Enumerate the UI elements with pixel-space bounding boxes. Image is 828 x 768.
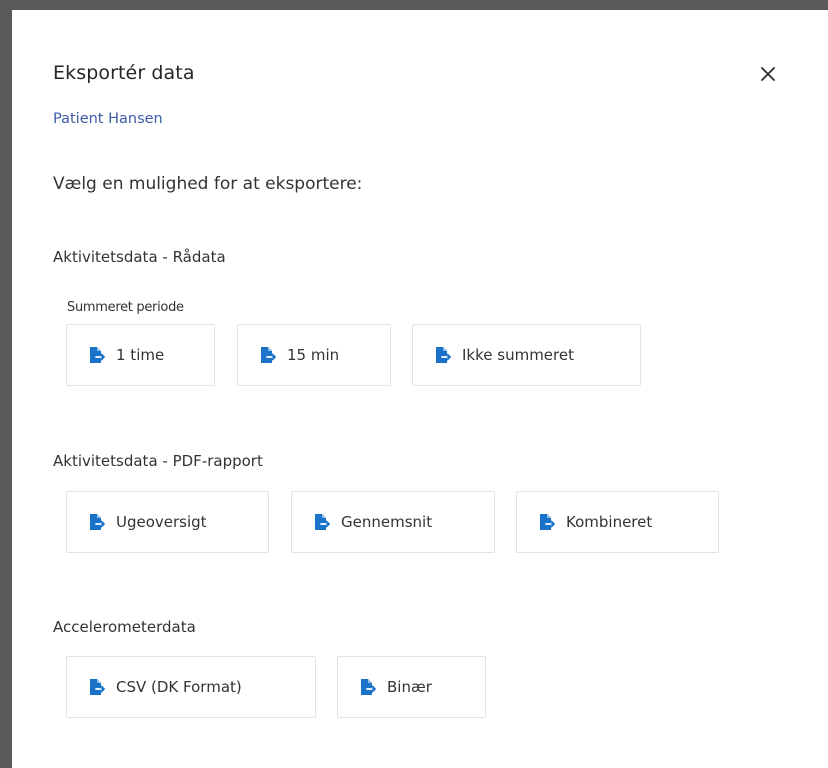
button-label: Gennemsnit — [341, 513, 433, 531]
file-export-icon — [434, 346, 452, 364]
export-dialog: Eksportér data Patient Hansen Vælg en mu… — [12, 10, 828, 768]
file-export-icon — [359, 678, 377, 696]
button-label: Ikke summeret — [462, 346, 574, 364]
summed-period-label: Summeret periode — [67, 300, 184, 315]
export-prompt: Vælg en mulighed for at eksportere: — [53, 174, 363, 194]
export-binary-button[interactable]: Binær — [337, 656, 486, 718]
button-label: 1 time — [116, 346, 165, 364]
file-export-icon — [259, 346, 277, 364]
backdrop-edge-left — [0, 0, 12, 768]
export-week-overview-button[interactable]: Ugeoversigt — [66, 491, 269, 553]
patient-name: Patient Hansen — [53, 111, 163, 127]
button-label: Kombineret — [566, 513, 653, 531]
export-average-button[interactable]: Gennemsnit — [291, 491, 495, 553]
button-label: 15 min — [287, 346, 340, 364]
dialog-title: Eksportér data — [53, 62, 195, 84]
file-export-icon — [88, 678, 106, 696]
file-export-icon — [88, 346, 106, 364]
section-title-pdf-report: Aktivitetsdata - PDF-rapport — [53, 452, 263, 470]
backdrop-edge-top — [0, 0, 828, 10]
export-not-summed-button[interactable]: Ikke summeret — [412, 324, 641, 386]
section-title-accelerometer: Accelerometerdata — [53, 618, 196, 636]
section-title-raw-data: Aktivitetsdata - Rådata — [53, 248, 226, 266]
file-export-icon — [538, 513, 556, 531]
export-1-hour-button[interactable]: 1 time — [66, 324, 215, 386]
button-label: CSV (DK Format) — [116, 678, 242, 696]
close-button[interactable] — [756, 62, 780, 86]
button-label: Binær — [387, 678, 432, 696]
file-export-icon — [313, 513, 331, 531]
export-csv-button[interactable]: CSV (DK Format) — [66, 656, 316, 718]
button-label: Ugeoversigt — [116, 513, 207, 531]
export-15-min-button[interactable]: 15 min — [237, 324, 391, 386]
export-combined-button[interactable]: Kombineret — [516, 491, 719, 553]
close-icon — [761, 67, 775, 81]
file-export-icon — [88, 513, 106, 531]
